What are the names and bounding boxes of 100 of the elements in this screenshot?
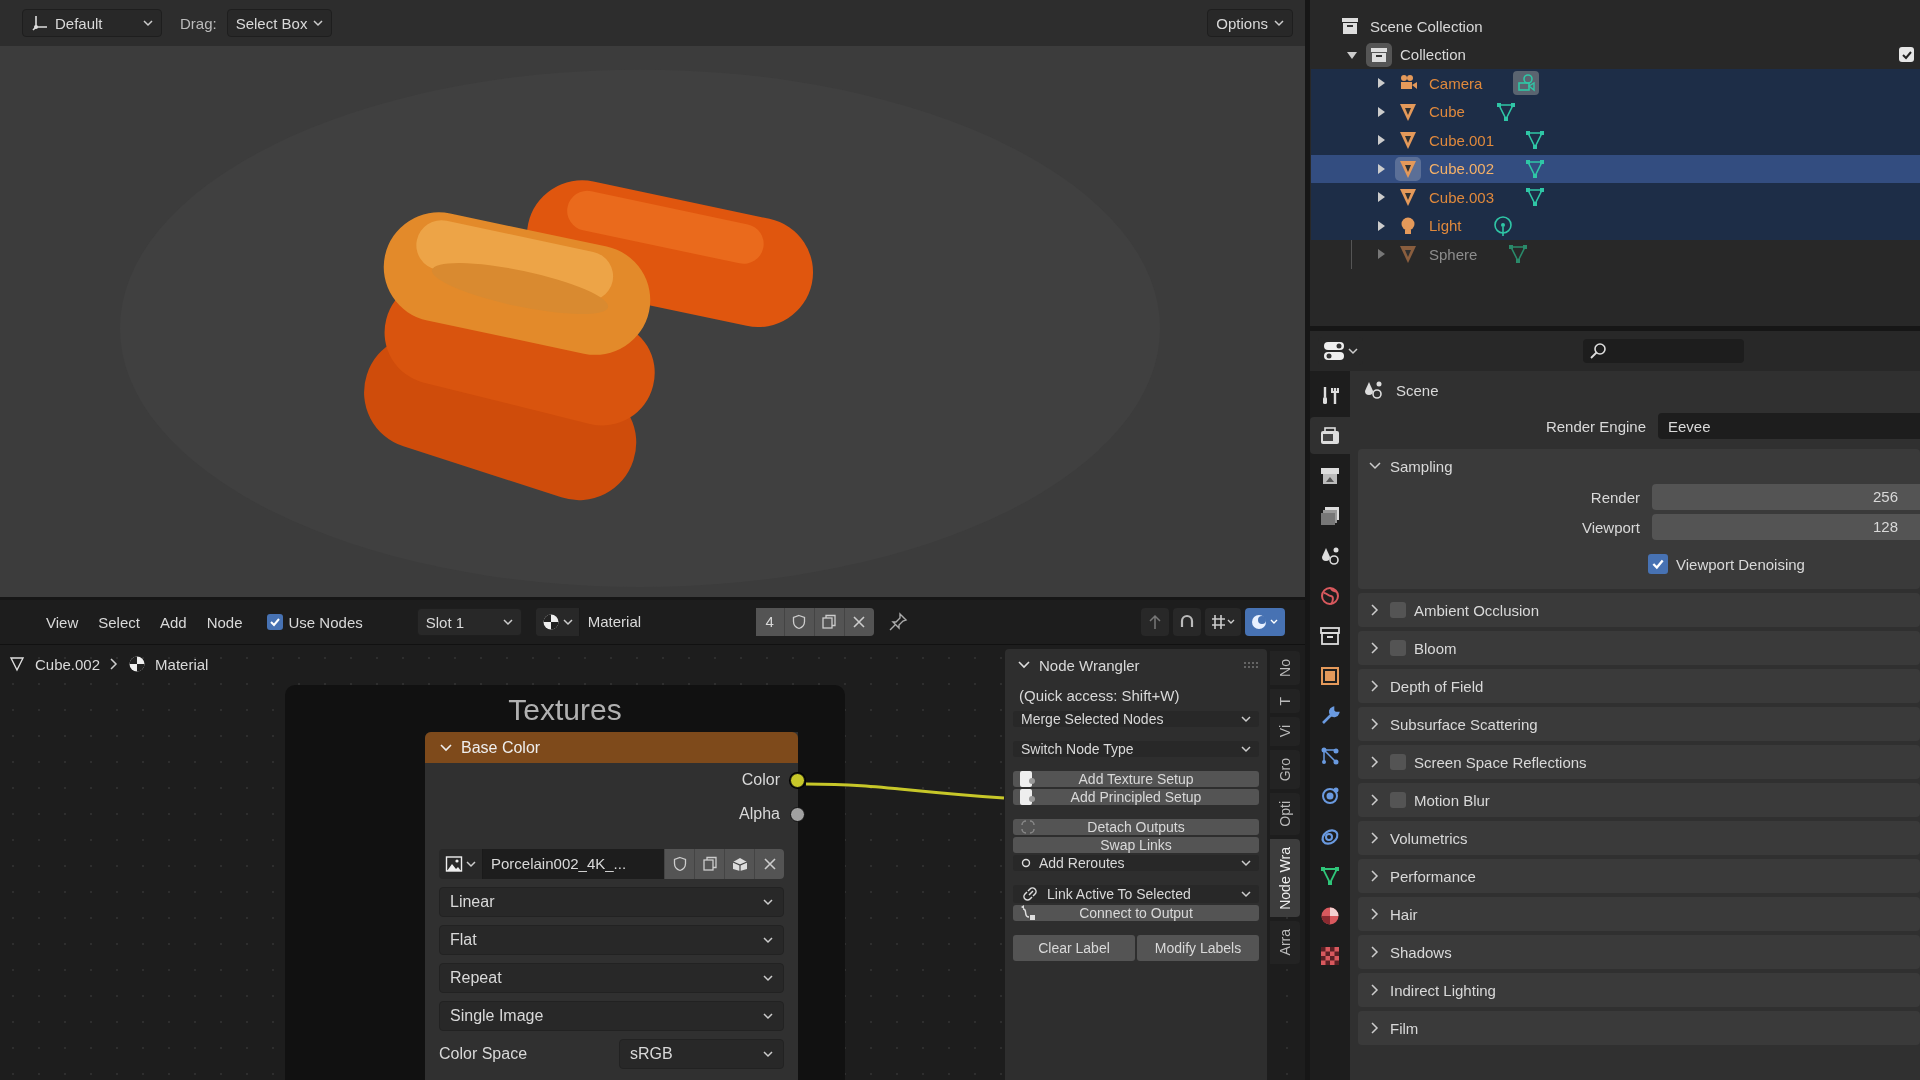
sidebar-tab[interactable]: Node Wra (1270, 838, 1300, 918)
panel-title[interactable]: Sampling (1390, 457, 1453, 475)
render-engine-dropdown[interactable]: Eevee (1658, 413, 1920, 439)
checkbox[interactable] (1390, 754, 1406, 770)
dropdown[interactable]: Repeat (439, 963, 784, 993)
sidebar-tab[interactable]: T (1270, 688, 1300, 714)
panel-title[interactable]: Ambient Occlusion (1414, 601, 1540, 619)
snap-toggle[interactable] (1173, 608, 1201, 636)
button[interactable]: Modify Labels (1137, 935, 1259, 961)
panel-title[interactable]: Performance (1390, 867, 1476, 885)
button[interactable]: Add Principled Setup (1013, 789, 1259, 805)
texture-node[interactable]: Base Color Color Alpha Porcelain002_4K_... Linear Flat Repeat Single Image Color Space sRGB (425, 732, 806, 1080)
color-space-dropdown[interactable]: sRGB (619, 1039, 784, 1069)
select-box-dropdown[interactable]: Select Box (226, 9, 333, 37)
mesh-icon[interactable] (1494, 100, 1517, 123)
search-field[interactable] (1583, 339, 1744, 363)
collection-name[interactable]: Scene Collection (1370, 17, 1483, 35)
object-name[interactable]: Camera (1429, 74, 1483, 92)
light-data-icon[interactable] (1491, 214, 1514, 237)
duplicate-button[interactable] (694, 849, 724, 879)
dropdown[interactable]: Linear (439, 887, 784, 917)
overlay-toggle[interactable] (1245, 608, 1285, 636)
menu-item[interactable]: Node (198, 609, 251, 635)
checkbox[interactable] (1899, 47, 1914, 63)
material-name-field[interactable]: Material (579, 608, 756, 636)
mesh-icon[interactable] (1524, 186, 1547, 209)
drag-handle-icon[interactable] (1243, 661, 1259, 669)
dropdown[interactable]: Merge Selected Nodes (1013, 711, 1259, 727)
object-name[interactable]: Cube.002 (1429, 160, 1495, 178)
object-name[interactable]: Light (1429, 217, 1462, 235)
selected-row[interactable]: Light (1311, 211, 1920, 240)
button[interactable]: Swap Links (1013, 837, 1259, 853)
unlink-button[interactable] (843, 608, 874, 636)
dropdown[interactable]: Switch Node Type (1013, 741, 1259, 757)
sidebar-tab[interactable]: Vi (1270, 717, 1300, 746)
checkbox[interactable] (1390, 640, 1406, 656)
panel-title[interactable]: Volumetrics (1390, 829, 1468, 847)
node-header[interactable]: Base Color (425, 732, 798, 763)
number-field[interactable]: 256 (1652, 484, 1920, 510)
number-field[interactable]: 128 (1652, 514, 1920, 540)
dropdown[interactable]: Add Reroutes (1013, 855, 1259, 871)
camera-data-icon[interactable] (1512, 70, 1541, 97)
panel-title[interactable]: Indirect Lighting (1390, 981, 1496, 999)
duplicate-button[interactable] (813, 608, 844, 636)
fake-user-button[interactable] (664, 849, 694, 879)
image-name-field[interactable]: Porcelain002_4K_... (483, 849, 664, 879)
button[interactable]: Detach Outputs (1013, 819, 1259, 835)
selected-row[interactable]: Cube (1311, 97, 1920, 126)
mesh-icon[interactable] (1524, 129, 1547, 152)
mesh-icon[interactable] (1524, 157, 1547, 180)
selected-row[interactable]: Cube.003 (1311, 183, 1920, 212)
sidebar-tab[interactable]: Arra (1270, 921, 1300, 964)
selected-row[interactable]: Cube.002 (1311, 154, 1920, 183)
panel-title[interactable]: Hair (1390, 905, 1418, 923)
checkbox[interactable] (266, 614, 283, 630)
expand-arrow-icon[interactable] (1375, 134, 1387, 147)
sidebar-tab[interactable]: Opti (1270, 793, 1300, 835)
parent-toggle[interactable] (1141, 608, 1169, 636)
orientation-dropdown[interactable]: Default (22, 9, 162, 37)
collection-name[interactable]: Collection (1400, 46, 1466, 64)
selected-row[interactable]: Camera (1311, 69, 1920, 98)
object-name[interactable]: Cube (1429, 103, 1465, 121)
snap-mode-toggle[interactable] (1205, 608, 1241, 636)
button[interactable]: Add Texture Setup (1013, 771, 1259, 787)
panel-title[interactable]: Shadows (1390, 943, 1452, 961)
output-socket[interactable] (790, 806, 805, 822)
dropdown[interactable]: Link Active To Selected (1013, 885, 1259, 903)
unlink-button[interactable] (754, 849, 784, 879)
dropdown[interactable]: Single Image (439, 1001, 784, 1031)
dropdown[interactable]: Flat (439, 925, 784, 955)
checkbox[interactable] (1390, 792, 1406, 808)
object-name[interactable]: Cube.001 (1429, 131, 1495, 149)
panel-title[interactable]: Depth of Field (1390, 677, 1484, 695)
panel-title[interactable]: Bloom (1414, 639, 1457, 657)
panel-title[interactable]: Film (1390, 1019, 1419, 1037)
button[interactable]: Clear Label (1013, 935, 1135, 961)
button[interactable]: Connect to Output (1013, 905, 1259, 921)
menu-item[interactable]: Add (151, 609, 195, 635)
output-socket[interactable] (790, 772, 805, 788)
expand-arrow-icon[interactable] (1375, 162, 1387, 175)
user-count[interactable]: 4 (755, 608, 784, 636)
sidebar-tab[interactable]: No (1270, 651, 1300, 685)
expand-arrow-icon[interactable] (1375, 105, 1387, 118)
checkbox[interactable] (1390, 602, 1406, 618)
selected-row[interactable]: Cube.001 (1311, 126, 1920, 155)
expand-arrow-icon[interactable] (1375, 219, 1387, 232)
panel-title[interactable]: Node Wrangler (1039, 656, 1140, 674)
panel-title[interactable]: Subsurface Scattering (1390, 715, 1538, 733)
pin-icon[interactable] (887, 612, 908, 632)
menu-item[interactable]: View (38, 609, 87, 635)
object-name[interactable]: Cube.003 (1429, 188, 1495, 206)
checkbox[interactable] (1648, 554, 1668, 574)
sidebar-tab[interactable]: Gro (1270, 749, 1300, 789)
expand-arrow-icon[interactable] (1375, 77, 1387, 90)
options-dropdown[interactable]: Options (1207, 9, 1293, 37)
pack-button[interactable] (724, 849, 754, 879)
panel-title[interactable]: Screen Space Reflections (1414, 753, 1587, 771)
panel-title[interactable]: Motion Blur (1414, 791, 1490, 809)
fake-user-button[interactable] (783, 608, 814, 636)
expand-arrow-icon[interactable] (1375, 191, 1387, 204)
